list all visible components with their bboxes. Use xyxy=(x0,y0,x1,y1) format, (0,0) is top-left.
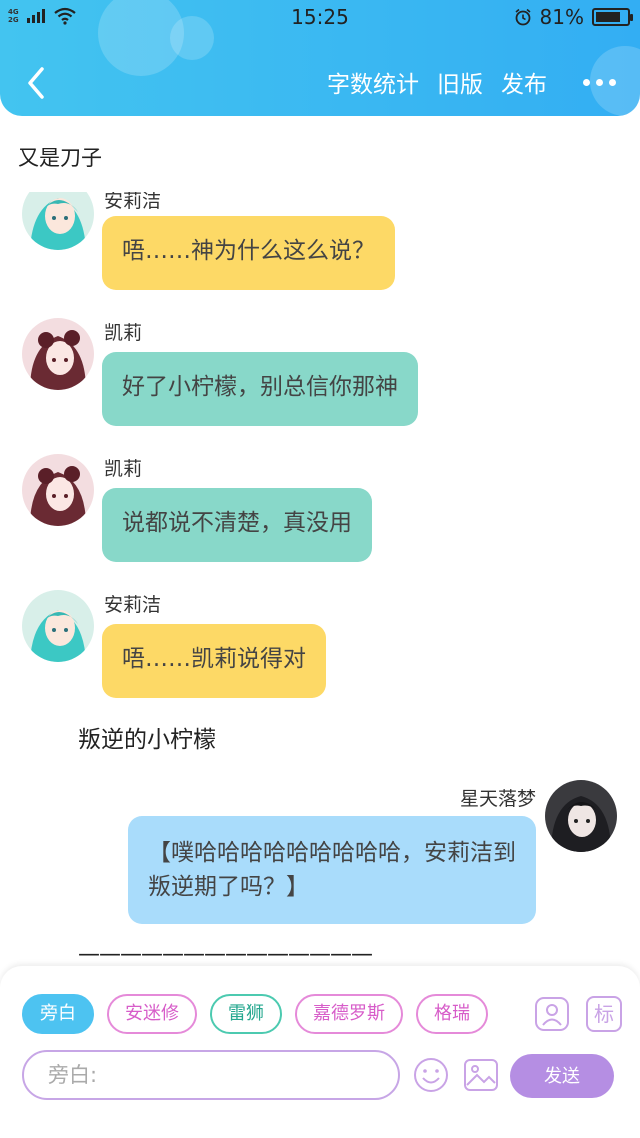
sender-name: 凯莉 xyxy=(104,458,143,480)
message-bubble[interactable]: 【噗哈哈哈哈哈哈哈哈哈，安莉洁到叛逆期了吗？】 xyxy=(128,816,536,924)
role-chip[interactable]: 雷狮 xyxy=(210,994,282,1034)
alarm-icon xyxy=(515,8,531,26)
avatar-anlijie[interactable] xyxy=(22,590,94,662)
role-chips: 旁白 安迷修 雷狮 嘉德罗斯 格瑞 xyxy=(22,994,488,1034)
message-input[interactable] xyxy=(22,1050,400,1100)
narration-text[interactable]: 叛逆的小柠檬 xyxy=(78,720,216,754)
top-header: 4G 2G 15:25 81% 字数统计 旧版 发布 xyxy=(0,0,640,116)
avatar-anlijie[interactable] xyxy=(22,192,94,250)
avatar-kaili[interactable] xyxy=(22,318,94,390)
battery-percent: 81% xyxy=(539,5,584,29)
status-bar: 4G 2G 15:25 81% xyxy=(0,0,640,34)
chat-message-self: 星天落梦 【噗哈哈哈哈哈哈哈哈哈，安莉洁到叛逆期了吗？】 xyxy=(0,780,640,930)
role-chip-narration[interactable]: 旁白 xyxy=(22,994,94,1034)
document-title: 又是刀子 xyxy=(18,146,102,170)
message-bubble[interactable]: 唔……神为什么这么说？ xyxy=(102,216,395,290)
chat-message: 凯莉 说都说不清楚，真没用 xyxy=(0,452,640,564)
avatar-self[interactable] xyxy=(545,780,617,852)
avatar-kaili[interactable] xyxy=(22,454,94,526)
sender-name: 星天落梦 xyxy=(459,788,536,810)
image-icon[interactable] xyxy=(462,1056,500,1094)
chat-message: 凯莉 好了小柠檬，别总信你那神 xyxy=(0,316,640,428)
old-version-button[interactable]: 旧版 xyxy=(437,65,483,99)
back-icon[interactable] xyxy=(20,63,54,103)
tag-icon[interactable]: 标 xyxy=(586,996,622,1032)
more-icon[interactable] xyxy=(583,78,616,86)
divider-line: —————————————— xyxy=(78,942,373,967)
message-bubble[interactable]: 好了小柠檬，别总信你那神 xyxy=(102,352,418,426)
battery-icon xyxy=(592,8,633,26)
chat-message: 安莉洁 唔……神为什么这么说？ xyxy=(0,190,640,304)
role-chip[interactable]: 嘉德罗斯 xyxy=(295,994,403,1034)
emoji-icon[interactable] xyxy=(412,1056,450,1094)
sender-name: 凯莉 xyxy=(104,322,143,344)
battery-status: 81% xyxy=(514,5,633,29)
character-manage-icon[interactable] xyxy=(534,996,570,1032)
message-bubble[interactable]: 唔……凯莉说得对 xyxy=(102,624,326,698)
role-chip[interactable]: 格瑞 xyxy=(416,994,488,1034)
message-bubble[interactable]: 说都说不清楚，真没用 xyxy=(102,488,372,562)
nav-actions: 字数统计 旧版 发布 xyxy=(327,65,616,99)
publish-button[interactable]: 发布 xyxy=(501,65,547,99)
word-count-button[interactable]: 字数统计 xyxy=(327,65,419,99)
sender-name: 安莉洁 xyxy=(104,190,162,212)
sender-name: 安莉洁 xyxy=(104,594,162,616)
chat-message: 安莉洁 唔……凯莉说得对 xyxy=(0,588,640,700)
composer-panel: 旁白 安迷修 雷狮 嘉德罗斯 格瑞 标 发送 xyxy=(0,966,640,1138)
role-chip[interactable]: 安迷修 xyxy=(107,994,197,1034)
nav-bar: 字数统计 旧版 发布 xyxy=(0,55,640,111)
tag-label: 标 xyxy=(594,1002,614,1026)
send-button[interactable]: 发送 xyxy=(510,1054,614,1098)
